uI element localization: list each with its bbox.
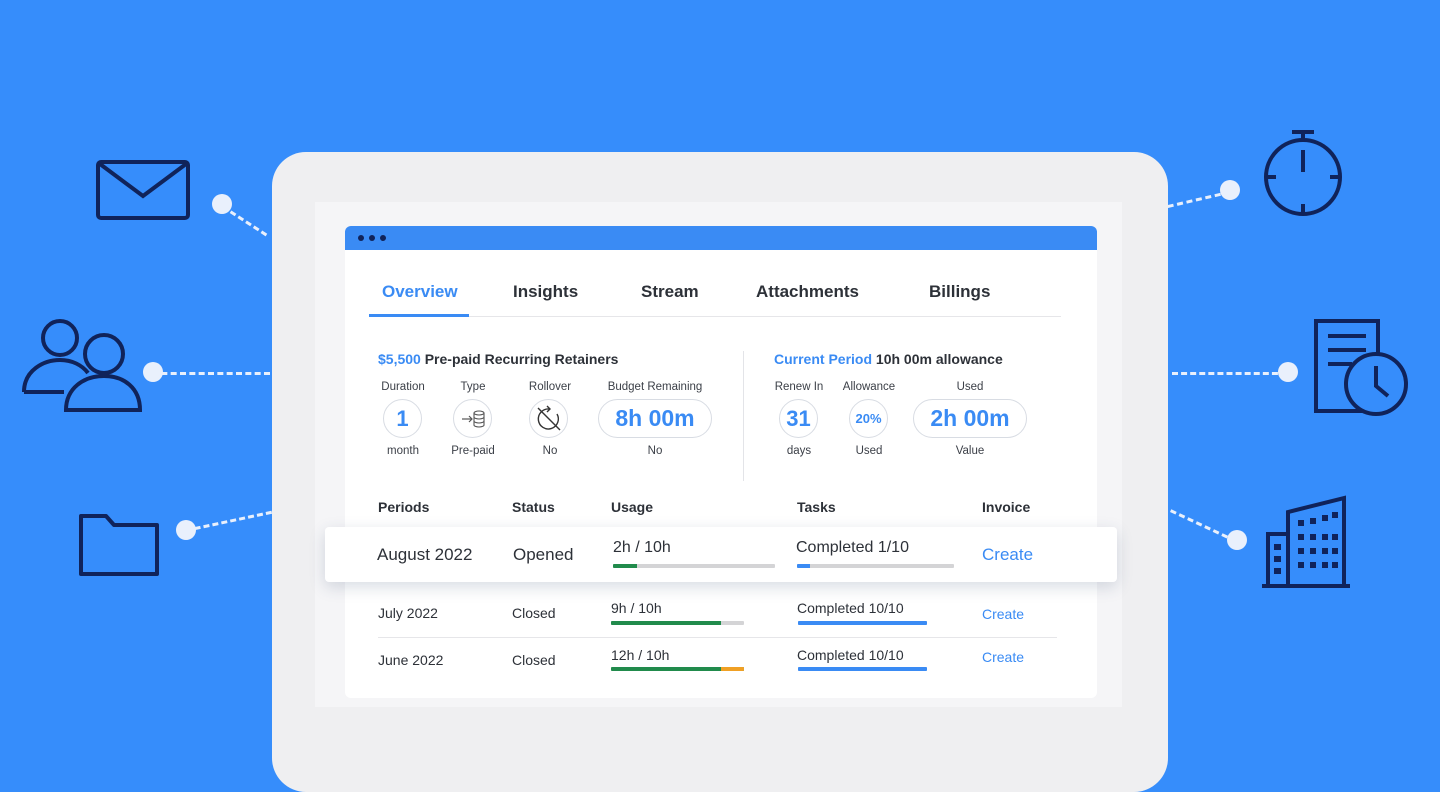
connector-line bbox=[152, 372, 270, 378]
tasks-progress-fill bbox=[798, 621, 927, 625]
connector-node bbox=[1227, 530, 1247, 550]
tab-billings[interactable]: Billings bbox=[929, 282, 990, 302]
row-tasks: Completed 10/10 bbox=[797, 647, 904, 663]
period-allowance: 10h 00m allowance bbox=[875, 351, 1003, 367]
duration-value: 1 bbox=[383, 399, 422, 438]
connector-line bbox=[1172, 372, 1287, 378]
period-title: Current Period 10h 00m allowance bbox=[774, 351, 1003, 367]
type-value: Pre-paid bbox=[451, 445, 495, 457]
usage-progress-bar bbox=[611, 621, 744, 625]
row-status: Closed bbox=[512, 652, 556, 668]
retainer-amount: $5,500 bbox=[378, 351, 421, 367]
create-invoice-link[interactable]: Create bbox=[982, 545, 1033, 565]
duration-label: Duration bbox=[381, 381, 425, 393]
row-tasks: Completed 1/10 bbox=[796, 539, 909, 556]
window-titlebar bbox=[345, 226, 1097, 250]
tasks-progress-fill bbox=[798, 667, 927, 671]
col-header-usage: Usage bbox=[611, 499, 654, 515]
connector-node bbox=[1220, 180, 1240, 200]
renew-label: Renew In bbox=[774, 381, 824, 393]
allowance-value: 20% bbox=[849, 399, 888, 438]
tabs-divider bbox=[369, 316, 1061, 317]
used-sub: Value bbox=[955, 445, 985, 457]
window-dot bbox=[380, 235, 386, 241]
connector-line bbox=[185, 510, 273, 535]
rollover-label: Rollover bbox=[528, 381, 572, 393]
row-usage: 9h / 10h bbox=[611, 600, 662, 616]
budget-remaining-value: 8h 00m bbox=[598, 399, 712, 438]
allowance-label: Allowance bbox=[842, 381, 896, 393]
folder-icon bbox=[79, 514, 159, 576]
retainer-title: $5,500 Pre-paid Recurring Retainers bbox=[378, 351, 618, 367]
active-tab-indicator bbox=[369, 314, 469, 317]
stopwatch-icon bbox=[1264, 130, 1342, 216]
tab-stream[interactable]: Stream bbox=[641, 282, 699, 302]
tasks-progress-fill bbox=[797, 564, 810, 568]
row-period: June 2022 bbox=[378, 652, 444, 668]
users-icon bbox=[22, 319, 143, 412]
budget-remaining-label: Budget Remaining bbox=[607, 381, 703, 393]
renew-value: 31 bbox=[779, 399, 818, 438]
tab-insights[interactable]: Insights bbox=[513, 282, 578, 302]
duration-unit: month bbox=[387, 445, 419, 457]
col-header-tasks: Tasks bbox=[797, 499, 836, 515]
col-header-status: Status bbox=[512, 499, 555, 515]
rollover-value: No bbox=[542, 445, 558, 457]
prepaid-coins-icon bbox=[453, 399, 492, 438]
usage-progress-fill bbox=[613, 564, 638, 568]
used-label: Used bbox=[956, 381, 984, 393]
row-usage: 12h / 10h bbox=[611, 647, 670, 663]
rollover-disabled-icon bbox=[529, 399, 568, 438]
row-period: August 2022 bbox=[377, 545, 473, 564]
section-divider bbox=[743, 351, 744, 481]
create-invoice-link[interactable]: Create bbox=[982, 606, 1024, 622]
row-tasks: Completed 10/10 bbox=[797, 600, 904, 616]
window-dot bbox=[358, 235, 364, 241]
col-header-invoice: Invoice bbox=[982, 499, 1031, 515]
retainer-name: Pre-paid Recurring Retainers bbox=[424, 351, 619, 367]
renew-unit: days bbox=[786, 445, 812, 457]
row-status: Closed bbox=[512, 605, 556, 621]
tasks-progress-bar bbox=[798, 667, 927, 671]
envelope-icon bbox=[96, 160, 190, 220]
usage-overage-fill bbox=[721, 667, 744, 671]
tasks-progress-bar bbox=[798, 621, 927, 625]
create-invoice-link[interactable]: Create bbox=[982, 649, 1024, 665]
tab-attachments[interactable]: Attachments bbox=[756, 282, 859, 302]
tab-overview[interactable]: Overview bbox=[382, 282, 458, 302]
usage-progress-bar bbox=[611, 667, 744, 671]
document-clock-icon bbox=[1314, 319, 1408, 416]
type-label: Type bbox=[460, 381, 486, 393]
building-icon bbox=[1262, 495, 1350, 588]
usage-progress-fill bbox=[611, 621, 722, 625]
allowance-sub: Used bbox=[855, 445, 883, 457]
col-header-periods: Periods bbox=[378, 499, 430, 515]
row-period: July 2022 bbox=[378, 605, 438, 621]
row-status: Opened bbox=[513, 545, 574, 564]
connector-node bbox=[212, 194, 232, 214]
period-heading: Current Period bbox=[774, 351, 873, 367]
tasks-progress-bar bbox=[797, 564, 954, 568]
connector-node bbox=[1278, 362, 1298, 382]
window-dot bbox=[369, 235, 375, 241]
row-usage: 2h / 10h bbox=[613, 539, 671, 556]
connector-node bbox=[176, 520, 196, 540]
row-divider bbox=[378, 637, 1057, 638]
used-value: 2h 00m bbox=[913, 399, 1027, 438]
usage-progress-bar bbox=[613, 564, 775, 568]
connector-node bbox=[143, 362, 163, 382]
budget-remaining-sub: No bbox=[647, 445, 663, 457]
